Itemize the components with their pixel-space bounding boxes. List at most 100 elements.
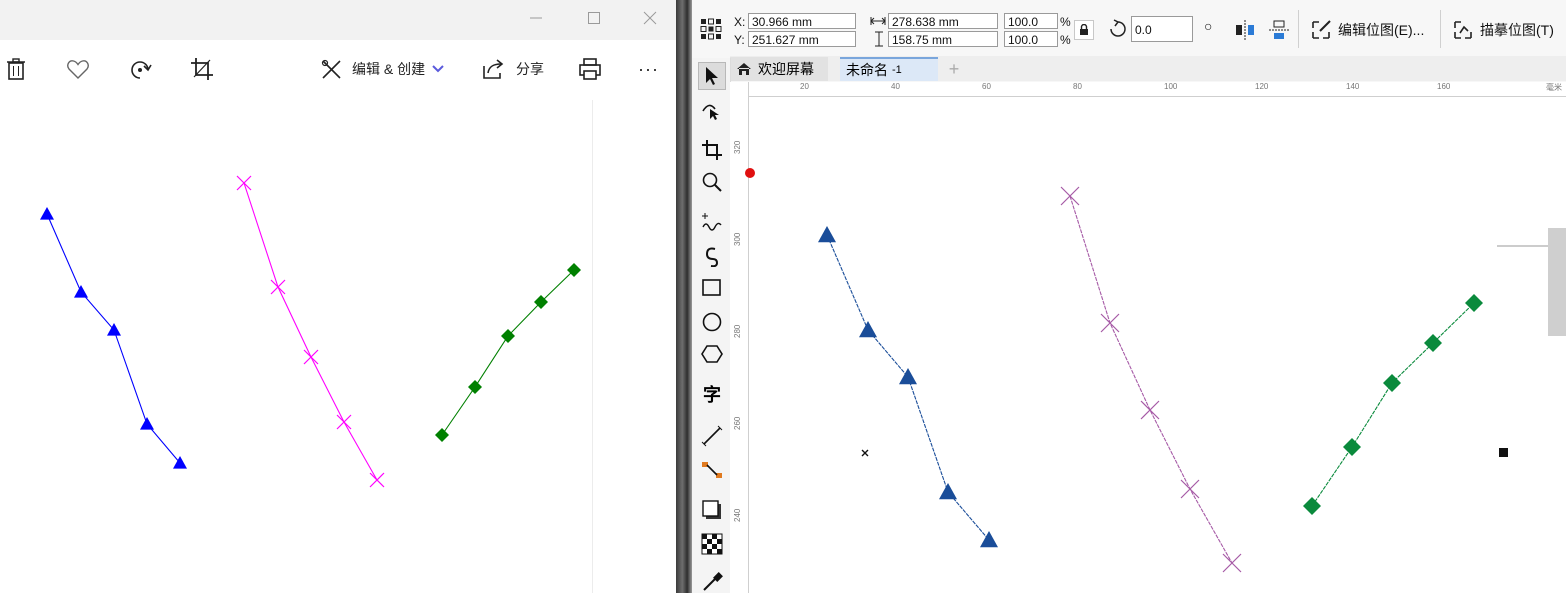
edit-create-label: 编辑 & 创建 (352, 61, 426, 77)
pick-tool-button[interactable] (698, 62, 726, 90)
y-position-field[interactable]: 251.627 mm (748, 31, 856, 47)
plot-marker (236, 175, 252, 191)
rectangle-tool-button[interactable] (698, 274, 726, 302)
ruler-tick-label: 140 (1346, 82, 1360, 91)
plot-marker (140, 417, 154, 430)
mirror-horizontal-icon[interactable] (1234, 19, 1256, 41)
connector-icon (702, 462, 722, 478)
rectangle-icon (702, 279, 721, 296)
horizontal-ruler[interactable]: 毫米 20 40 60 80 100 120 140 160 (748, 82, 1566, 97)
eyedropper-icon (703, 572, 723, 591)
ruler-tick-label: 240 (733, 508, 742, 522)
trash-icon (7, 58, 25, 80)
window-separator (676, 0, 692, 593)
magnifier-icon (702, 172, 722, 192)
scale-x-field[interactable]: 100.0 (1004, 13, 1058, 29)
rotate-icon (1110, 19, 1126, 37)
crop-icon (191, 58, 213, 80)
width-icon (870, 17, 886, 25)
ruler-tick-label: 120 (1255, 82, 1269, 91)
lock-ratio-button[interactable] (1074, 20, 1094, 40)
plot-marker (435, 428, 449, 442)
polygon-tool-button[interactable] (698, 340, 726, 368)
drawing-canvas[interactable] (749, 97, 1566, 593)
connector-tool-button[interactable] (698, 456, 726, 484)
plot-marker (270, 279, 286, 295)
eyedropper-tool-button[interactable] (698, 568, 726, 593)
trace-bitmap-icon (1454, 21, 1472, 39)
property-bar: X: 30.966 mm Y: 251.627 mm 278.638 mm 15… (692, 0, 1566, 59)
plot-marker (40, 207, 54, 220)
pointer-arrow-icon (706, 67, 718, 85)
viewer-image-plot (40, 175, 581, 488)
ellipse-icon (702, 312, 722, 332)
vertical-ruler[interactable]: 320300280260240220 (730, 82, 749, 593)
crop-button[interactable] (190, 54, 214, 84)
document-tab-row: 欢迎屏幕 未命名 -1 + (730, 56, 1566, 81)
plot-marker (74, 285, 88, 298)
chevron-down-icon (432, 65, 444, 73)
degree-symbol: ○ (1204, 18, 1213, 34)
text-tool-button[interactable]: 字 (698, 380, 726, 408)
height-field[interactable]: 158.75 mm (888, 31, 998, 47)
printer-icon (579, 58, 601, 80)
ellipse-tool-button[interactable] (698, 308, 726, 336)
rotation-angle-field[interactable]: 0.0 (1131, 16, 1193, 42)
toolbox: 字 (692, 58, 731, 593)
edit-create-icon (321, 59, 341, 79)
ruler-tick-label: 260 (733, 416, 742, 430)
object-origin-icon[interactable] (700, 18, 722, 40)
propbar-separator-2 (1440, 10, 1441, 48)
ruler-tick-label: 320 (733, 140, 742, 154)
rotate-button[interactable] (128, 54, 152, 84)
zoom-tool-button[interactable] (698, 168, 726, 196)
crop-tool-button[interactable] (698, 136, 726, 164)
shape-tool-button[interactable] (698, 96, 726, 124)
tab-document[interactable]: 未命名 -1 (840, 57, 938, 81)
more-label: ··· (638, 58, 659, 79)
close-button[interactable] (640, 10, 660, 30)
share-icon (483, 59, 504, 79)
width-field[interactable]: 278.638 mm (888, 13, 998, 29)
plot-marker (336, 414, 352, 430)
ruler-tick-label: 300 (733, 232, 742, 246)
add-document-tab-button[interactable]: + (942, 57, 966, 81)
ruler-tick-label: 280 (733, 324, 742, 338)
edit-bitmap-button[interactable]: 编辑位图(E)... (1310, 19, 1424, 41)
ruler-tick-label: 100 (1164, 82, 1178, 91)
coreldraw-window: X: 30.966 mm Y: 251.627 mm 278.638 mm 15… (692, 0, 1566, 593)
minimize-button[interactable] (526, 10, 546, 30)
mirror-vertical-icon[interactable] (1268, 19, 1290, 41)
print-button[interactable] (578, 54, 602, 84)
scale-y-field[interactable]: 100.0 (1004, 31, 1058, 47)
checkerboard-icon (701, 533, 723, 555)
dimension-tool-button[interactable] (698, 422, 726, 450)
artistic-media-tool-button[interactable] (698, 242, 726, 270)
freehand-icon (702, 213, 722, 231)
share-label: 分享 (516, 61, 544, 77)
hexagon-icon (701, 345, 723, 363)
more-button[interactable]: ··· (638, 54, 659, 84)
ruler-unit-label: 毫米 (1546, 83, 1562, 92)
vertical-scrollbar-thumb[interactable] (1548, 228, 1566, 336)
shape-node-icon (702, 104, 719, 120)
ruler-tick-label: 80 (1073, 82, 1082, 91)
delete-button[interactable] (6, 54, 26, 84)
transparency-tool-button[interactable] (698, 530, 726, 558)
viewer-title-bar (0, 0, 676, 40)
maximize-button[interactable] (584, 10, 604, 30)
edit-create-button[interactable]: 编辑 & 创建 (320, 54, 445, 84)
drop-shadow-tool-button[interactable] (698, 496, 726, 524)
trace-bitmap-button[interactable]: 描摹位图(T) (1452, 19, 1554, 41)
x-position-field[interactable]: 30.966 mm (748, 13, 856, 29)
share-button[interactable]: 分享 (482, 54, 544, 84)
plot-series-line (441, 269, 575, 436)
freehand-tool-button[interactable] (698, 208, 726, 236)
tab-welcome-screen[interactable]: 欢迎屏幕 (730, 57, 828, 81)
ruler-tick-label: 40 (891, 82, 900, 91)
favorite-button[interactable] (66, 54, 90, 84)
plot-marker (369, 472, 385, 488)
plot-series-line (243, 182, 378, 481)
ruler-tick-label: 20 (800, 82, 809, 91)
photo-viewer-window: 编辑 & 创建 分享 ··· (0, 0, 676, 593)
